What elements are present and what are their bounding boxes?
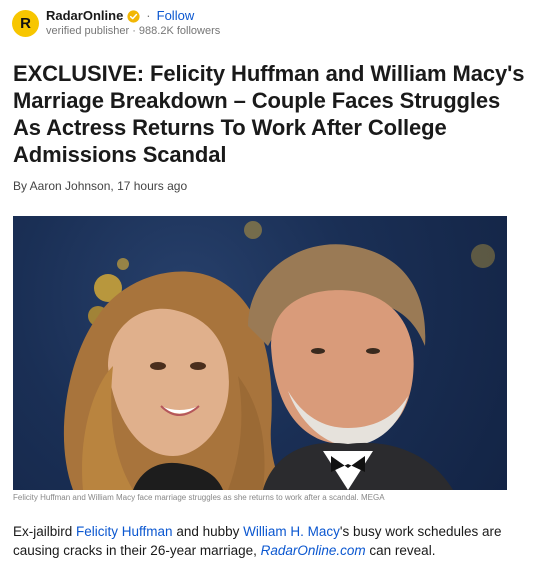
separator-dot: · [146,8,151,23]
article-photo[interactable] [13,216,507,490]
body-text-part: and hubby [172,524,244,539]
publisher-subtitle: verified publisher · 988.2K followers [46,25,221,37]
photo-illustration [63,221,495,490]
publisher-header: R RadarOnline · Follow verified publishe… [12,8,220,38]
article-page: R RadarOnline · Follow verified publishe… [0,0,541,571]
body-text-part: Ex-jailbird [13,524,77,539]
verified-badge-icon [127,9,140,23]
article-headline: EXCLUSIVE: Felicity Huffman and William … [13,61,525,167]
article-byline: By Aaron Johnson, 17 hours ago [13,179,188,193]
publisher-info: RadarOnline · Follow verified publisher … [46,8,220,38]
publisher-row: RadarOnline · Follow [46,8,220,24]
article-body: Ex-jailbird Felicity Huffman and hubby W… [13,522,528,560]
body-text-part: can reveal. [365,543,436,558]
link-william-macy[interactable]: William H. Macy [243,524,340,539]
image-caption: Felicity Huffman and William Macy face m… [13,493,385,502]
publisher-logo[interactable]: R [12,9,39,37]
publisher-name[interactable]: RadarOnline [46,8,123,24]
link-radaronline[interactable]: RadarOnline.com [261,543,366,558]
follow-button[interactable]: Follow [157,8,195,24]
link-felicity-huffman[interactable]: Felicity Huffman [76,524,173,539]
